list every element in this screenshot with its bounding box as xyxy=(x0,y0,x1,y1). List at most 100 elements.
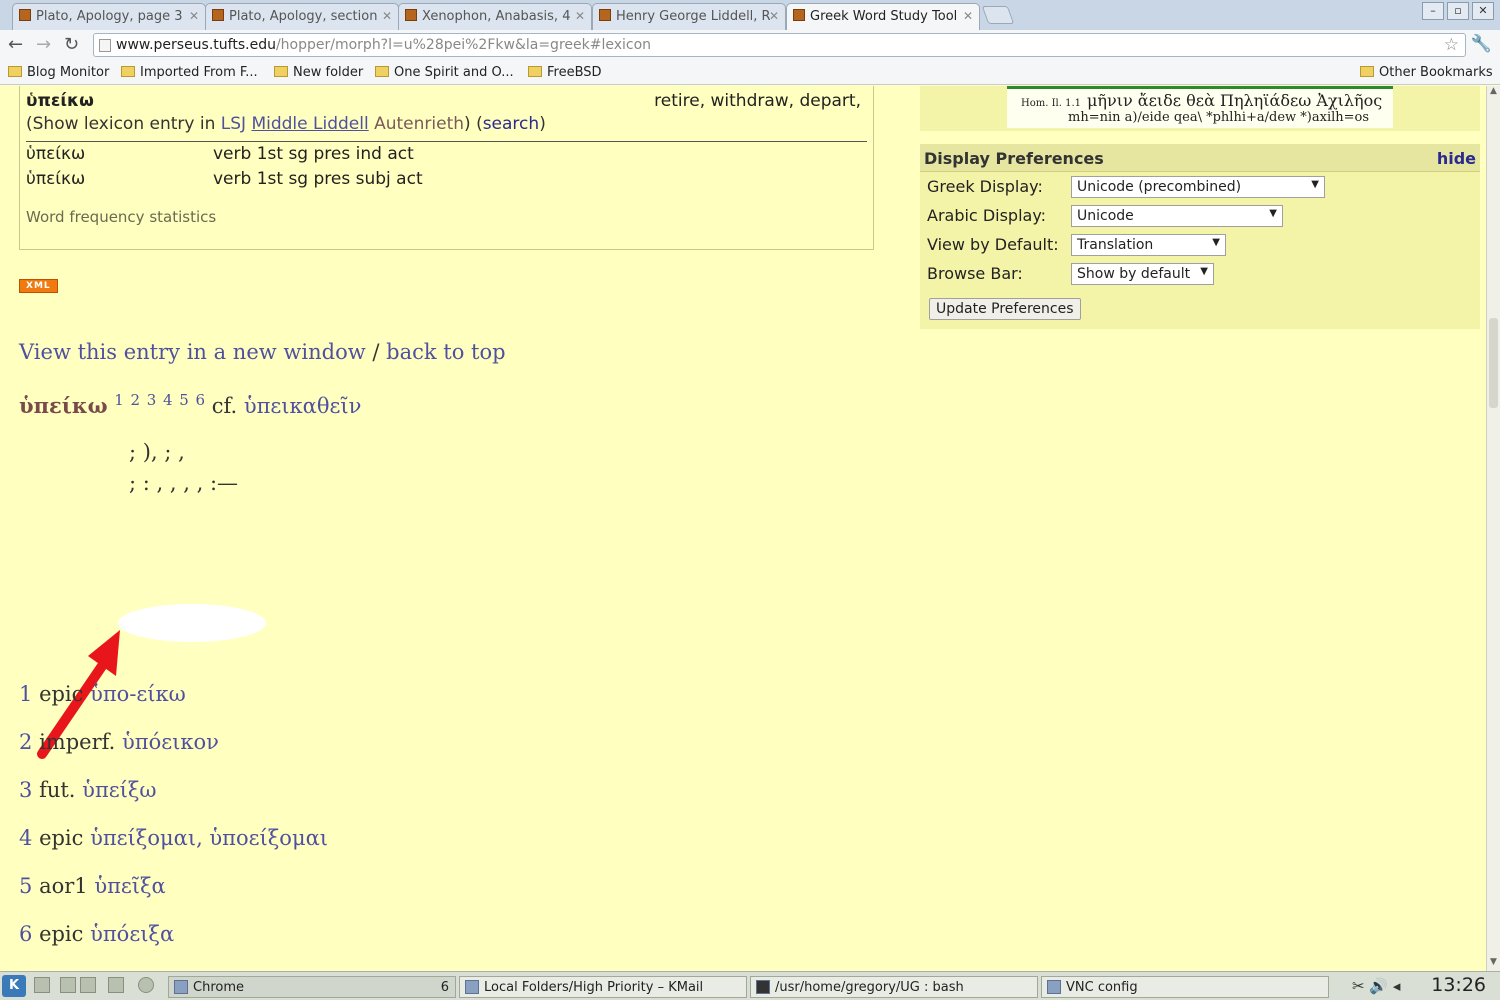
back-to-top-link[interactable]: back to top xyxy=(386,340,505,364)
maximize-icon[interactable]: ▫ xyxy=(1447,2,1469,20)
task-chrome[interactable]: Chrome 6 xyxy=(168,976,456,998)
forward-arrow-icon[interactable]: → xyxy=(36,34,51,55)
lsj-link[interactable]: LSJ xyxy=(221,114,246,134)
clock[interactable]: 13:26 xyxy=(1431,974,1486,996)
task-bash[interactable]: /usr/home/gregory/UG : bash xyxy=(750,976,1038,998)
middle-liddell-link[interactable]: Middle Liddell xyxy=(251,114,368,134)
lemma-gloss: retire, withdraw, depart, xyxy=(654,91,861,111)
form-greek-link[interactable]: ὑπεῖξα xyxy=(94,874,165,898)
form-number[interactable]: 3 xyxy=(19,778,32,802)
folder-icon xyxy=(274,66,288,77)
arabic-display-select[interactable]: Unicode ▼ xyxy=(1071,205,1283,227)
form-number[interactable]: 1 xyxy=(19,682,32,706)
bookmarks-bar: Blog Monitor Imported From F... New fold… xyxy=(0,60,1500,85)
tab-plato-apology-page[interactable]: Plato, Apology, page 3 ✕ xyxy=(12,3,206,30)
vertical-scrollbar[interactable]: ▲ ▼ xyxy=(1486,86,1500,971)
ref-4[interactable]: 4 xyxy=(163,391,173,409)
reload-icon[interactable]: ↻ xyxy=(64,34,79,55)
greek-display-select[interactable]: Unicode (precombined) ▼ xyxy=(1071,176,1325,198)
tab-greek-word-study-tool[interactable]: Greek Word Study Tool ✕ xyxy=(786,3,980,30)
bookmark-blog-monitor[interactable]: Blog Monitor xyxy=(8,65,109,80)
update-preferences-button[interactable]: Update Preferences xyxy=(929,298,1081,320)
new-tab-button[interactable] xyxy=(981,6,1015,24)
form-number[interactable]: 4 xyxy=(19,826,32,850)
scissors-icon[interactable]: ✂ xyxy=(1352,977,1365,995)
close-icon[interactable]: ✕ xyxy=(963,9,973,23)
scroll-down-icon[interactable]: ▼ xyxy=(1487,957,1500,971)
show-prefix: (Show lexicon entry in xyxy=(26,114,216,134)
clipboard-icon[interactable] xyxy=(108,977,124,993)
word-frequency-link[interactable]: Word frequency statistics xyxy=(26,208,867,226)
pref-label: Arabic Display: xyxy=(927,206,1047,225)
form-greek-link[interactable]: ὑπόεικον xyxy=(122,730,219,754)
task-kmail[interactable]: Local Folders/High Priority – KMail xyxy=(459,976,747,998)
volume-icon[interactable]: 🔊 xyxy=(1369,977,1388,995)
network-icon[interactable] xyxy=(138,977,154,993)
bookmark-freebsd[interactable]: FreeBSD xyxy=(528,65,602,80)
search-link[interactable]: search xyxy=(483,114,539,134)
bookmark-label: Other Bookmarks xyxy=(1379,65,1493,80)
close-icon[interactable]: ✕ xyxy=(189,9,199,23)
desktop-icon[interactable] xyxy=(34,977,50,993)
task-label: Chrome xyxy=(193,980,244,995)
minimize-icon[interactable]: – xyxy=(1422,2,1444,20)
wrench-icon[interactable]: 🔧 xyxy=(1471,34,1492,54)
address-bar[interactable]: www.perseus.tufts.edu/hopper/morph?l=u%2… xyxy=(93,33,1466,57)
pref-arabic-display: Arabic Display: Unicode ▼ xyxy=(920,201,1480,230)
close-window-icon[interactable]: ✕ xyxy=(1472,2,1494,20)
close-icon[interactable]: ✕ xyxy=(575,9,585,23)
bookmark-new-folder[interactable]: New folder xyxy=(274,65,363,80)
form-greek-link[interactable]: ὑπο-είκω xyxy=(90,682,186,706)
list-item: 6 epic ὑπόειξα xyxy=(19,922,328,970)
ref-6[interactable]: 6 xyxy=(195,391,205,409)
page-content: ὑπείκω retire, withdraw, depart, (Show l… xyxy=(0,86,1486,971)
sample-betacode: mh=nin a)/eide qea\ *phlhi+a/dew *)axilh… xyxy=(1068,110,1370,125)
scroll-up-icon[interactable]: ▲ xyxy=(1487,86,1500,100)
xml-badge[interactable]: XML xyxy=(19,279,58,293)
tab-xenophon-anabasis[interactable]: Xenophon, Anabasis, 4 ✕ xyxy=(398,3,592,30)
ref-3[interactable]: 3 xyxy=(147,391,157,409)
tab-plato-apology-section[interactable]: Plato, Apology, section ✕ xyxy=(205,3,399,30)
form-greek-link[interactable]: ὑπόειξα xyxy=(90,922,174,946)
tab-henry-george-liddell[interactable]: Henry George Liddell, R ✕ xyxy=(592,3,786,30)
task-vnc-config[interactable]: VNC config xyxy=(1041,976,1329,998)
analysis: verb 1st sg pres subj act xyxy=(213,169,423,189)
browse-bar-select[interactable]: Show by default ▼ xyxy=(1071,263,1214,285)
form-number[interactable]: 6 xyxy=(19,922,32,946)
ref-5[interactable]: 5 xyxy=(179,391,189,409)
definition-2: ; : , , , , :— xyxy=(129,471,239,495)
form-greek-link[interactable]: ὑπείξω xyxy=(82,778,156,802)
form-greek-link[interactable]: ὑπείξομαι, ὑποείξομαι xyxy=(90,826,328,850)
tab-strip: Plato, Apology, page 3 ✕ Plato, Apology, … xyxy=(0,0,1500,30)
close-icon[interactable]: ✕ xyxy=(769,9,779,23)
folder-icon xyxy=(375,66,389,77)
close-icon[interactable]: ✕ xyxy=(382,9,392,23)
hide-prefs-link[interactable]: hide xyxy=(1437,149,1476,168)
ref-1[interactable]: 1 xyxy=(114,391,124,409)
view-new-window-link[interactable]: View this entry in a new window xyxy=(19,340,366,364)
form-row: ὑπείκω verb 1st sg pres ind act xyxy=(26,144,867,169)
pref-browse-bar: Browse Bar: Show by default ▼ xyxy=(920,259,1480,288)
prefs-header: Display Preferences hide xyxy=(920,144,1480,172)
ref-2[interactable]: 2 xyxy=(131,391,141,409)
pager-icon[interactable] xyxy=(60,977,76,993)
form: ὑπείκω xyxy=(26,144,86,164)
sample-greek: μῆνιν ἄειδε θεὰ Πηληϊάδεω Ἀχιλῆος xyxy=(1087,91,1383,110)
bookmark-imported[interactable]: Imported From F... xyxy=(121,65,258,80)
lemma: ὑπείκω xyxy=(26,91,94,111)
autenrieth-link[interactable]: Autenrieth xyxy=(374,114,464,134)
show-hidden-icon[interactable]: ◂ xyxy=(1393,977,1401,995)
pref-greek-display: Greek Display: Unicode (precombined) ▼ xyxy=(920,172,1480,201)
bookmark-one-spirit[interactable]: One Spirit and O... xyxy=(375,65,514,80)
bookmark-star-icon[interactable]: ☆ xyxy=(1444,35,1459,55)
form-number[interactable]: 2 xyxy=(19,730,32,754)
other-bookmarks[interactable]: Other Bookmarks xyxy=(1360,65,1493,80)
cf-word-link[interactable]: ὑπεικαθεῖν xyxy=(244,394,362,418)
back-arrow-icon[interactable]: ← xyxy=(8,34,23,55)
task-label: /usr/home/gregory/UG : bash xyxy=(775,980,964,995)
scroll-thumb[interactable] xyxy=(1489,318,1498,408)
pager-icon[interactable] xyxy=(80,977,96,993)
form-number[interactable]: 5 xyxy=(19,874,32,898)
kde-menu-icon[interactable]: K xyxy=(2,975,26,997)
view-default-select[interactable]: Translation ▼ xyxy=(1071,234,1226,256)
